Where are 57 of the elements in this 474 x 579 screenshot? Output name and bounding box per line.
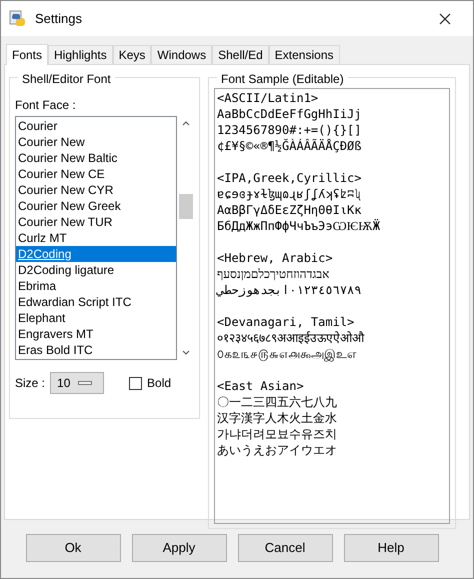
- dialog-button[interactable]: Apply: [132, 534, 226, 562]
- tab[interactable]: Highlights: [48, 45, 113, 64]
- sample-line: AaBbCcDdEeFfGgHhIiJj: [217, 106, 362, 122]
- font-item[interactable]: Courier New Greek: [16, 198, 176, 214]
- sample-line: 汉字漢字人木火土金水: [217, 410, 337, 426]
- bold-checkbox[interactable]: Bold: [129, 374, 172, 392]
- sample-line: 가냐더려모뵤수유즈치: [217, 426, 337, 442]
- font-list[interactable]: [15, 116, 177, 360]
- font-item[interactable]: Curlz MT: [16, 230, 176, 246]
- size-label: Size :: [15, 375, 46, 392]
- font-face-label: Font Face :: [15, 97, 77, 114]
- dialog-button[interactable]: Ok: [26, 534, 120, 562]
- app-icon: [9, 10, 27, 28]
- font-item[interactable]: Ebrima: [16, 278, 176, 294]
- font-item[interactable]: Courier New CYR: [16, 182, 176, 198]
- sample-line: 〇一二三四五六七八九: [217, 394, 337, 410]
- sample-line: あいうえおアイウエオ: [217, 442, 337, 458]
- scroll-thumb[interactable]: [178, 194, 192, 219]
- sample-line: ٠١٢٣٤٥٦٧٨٩ابجدهوزحطي: [217, 282, 362, 298]
- font-item[interactable]: Courier New CE: [16, 166, 176, 182]
- sample-line: <ASCII/Latin1>: [217, 90, 318, 106]
- tab[interactable]: Keys: [112, 45, 152, 64]
- size-dropdown[interactable]: 10: [50, 372, 104, 394]
- font-item[interactable]: D2Coding: [16, 246, 176, 262]
- tab[interactable]: Windows: [151, 45, 212, 64]
- scroll-down-icon: [182, 350, 190, 355]
- font-item[interactable]: Courier: [16, 118, 176, 134]
- font-item[interactable]: Edwardian Script ITC: [16, 294, 176, 310]
- sample-line: <Hebrew, Arabic>: [217, 250, 333, 266]
- sample-line: ɐɕɘɞɟɤɫɮɰɷɻʁʃʆʎʞʢʫʭʯ: [217, 186, 362, 202]
- tab[interactable]: Shell/Ed: [212, 45, 269, 64]
- font-item[interactable]: D2Coding ligature: [16, 262, 176, 278]
- sample-line: ௦௧௨௩௪௫௬௭௮௯அஇஉஎ: [217, 346, 356, 362]
- sample-line: <IPA,Greek,Cyrillic>: [217, 170, 362, 186]
- sample-line: <Devanagari, Tamil>: [217, 314, 354, 330]
- checkbox[interactable]: [129, 376, 142, 390]
- dialog-button[interactable]: Help: [344, 534, 438, 562]
- font-item[interactable]: Courier New: [16, 134, 176, 150]
- menu-indicator-icon: [78, 381, 92, 385]
- font-item[interactable]: Courier New Baltic: [16, 150, 176, 166]
- font-item[interactable]: Eras Bold ITC: [16, 342, 176, 358]
- dialog-button[interactable]: Cancel: [238, 534, 332, 562]
- font-item[interactable]: Engravers MT: [16, 326, 176, 342]
- sample-line: ΑαΒβΓγΔδΕεΖζΗηΘθΙιΚκ: [217, 202, 362, 218]
- sample-line: ¢£¥§©«®¶½ĞÀÁÂÃÄÅÇÐØß: [217, 138, 362, 154]
- sample-line: ०१२३४५६७८९अआइईउऊएऐओऔ: [217, 330, 364, 346]
- sample-line: БбДдЖжПпФфЧчЪъЭэѠѤѬӜ: [217, 218, 380, 234]
- window-title: Settings: [35, 10, 83, 28]
- tab[interactable]: Fonts: [6, 44, 48, 65]
- sample-line: אבגדהוזחטיךכלםמןנסעף: [217, 266, 330, 282]
- scroll-up-icon: [182, 121, 190, 126]
- close-icon: [439, 12, 451, 24]
- sample-line: 1234567890#:+=(){}[]: [217, 122, 362, 138]
- font-item[interactable]: Elephant: [16, 310, 176, 326]
- sample-line: <East Asian>: [217, 378, 304, 394]
- tab[interactable]: Extensions: [268, 45, 340, 64]
- font-item[interactable]: Courier New TUR: [16, 214, 176, 230]
